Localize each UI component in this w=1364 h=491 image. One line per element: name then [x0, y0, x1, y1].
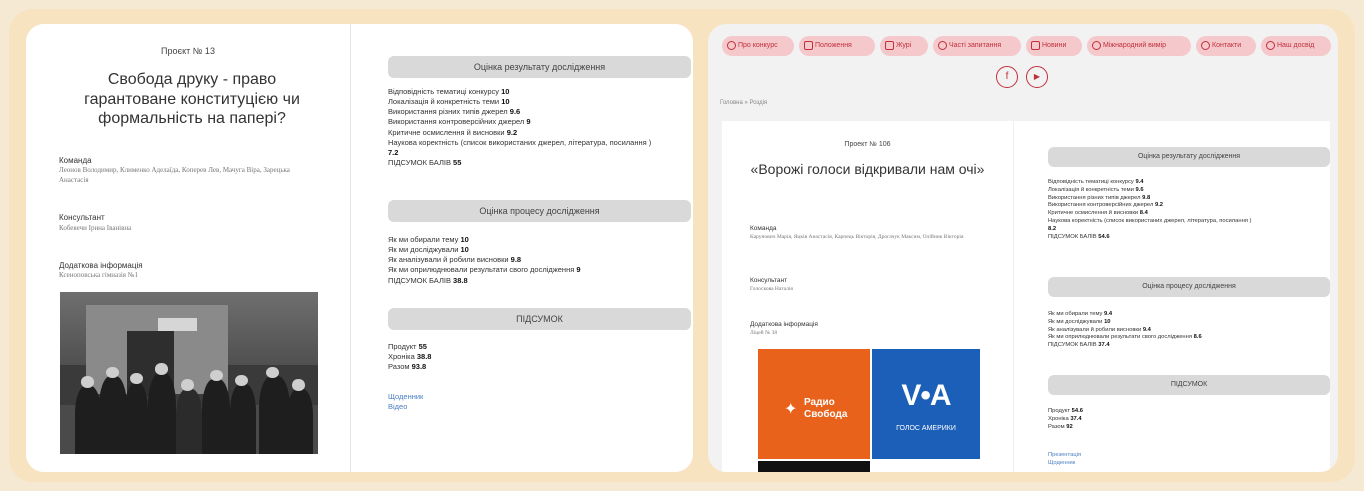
- process-total: ПІДСУМОК БАЛІВ 38.8: [388, 275, 468, 285]
- consultant-label: Консультант: [750, 277, 788, 284]
- summary-item: Продукт 55: [388, 342, 427, 351]
- microphone-icon: ✦: [784, 401, 798, 418]
- photo-sign: [158, 317, 197, 331]
- result-item: Локалізація й конкретність теми 10: [388, 97, 510, 107]
- result-item: Наукова коректність (список використаних…: [388, 137, 652, 157]
- nav-item-international[interactable]: Міжнародний вимір: [1087, 36, 1191, 56]
- scores-column: Оцінка результату дослідження Відповідні…: [1015, 121, 1330, 472]
- diary-link[interactable]: Щоденник: [1048, 459, 1081, 467]
- result-item: Критичне осмислення й висновки 8.4: [1048, 210, 1148, 217]
- news-icon: [1031, 41, 1040, 50]
- nav-item-regulations[interactable]: Положення: [799, 36, 875, 56]
- team-label: Команда: [750, 225, 777, 232]
- process-item: Як ми обирали тему 10: [388, 235, 469, 244]
- process-item: Як ми оприлюднювали результати свого дос…: [1048, 334, 1202, 341]
- project-number: Проект № 106: [844, 141, 891, 148]
- process-item: Як ми досліджували 10: [1048, 318, 1111, 325]
- consultant-value: Кобевечи Ірина Іванівна: [59, 224, 132, 232]
- result-item: Відповідність тематиці конкурсу 9.4: [1048, 179, 1144, 185]
- nav-item-experience[interactable]: Наш досвід: [1261, 36, 1331, 56]
- result-item: Відповідність тематиці конкурсу 10: [388, 87, 510, 96]
- team-value: Леонов Володимир, Клименко Аделаїда, Коп…: [59, 166, 290, 184]
- project-card-right: Про конкурс Положення Журі Часті запитан…: [708, 24, 1338, 472]
- facebook-icon[interactable]: f: [996, 66, 1018, 88]
- process-list: Як ми обирали тему 9.4 Як ми досліджувал…: [1048, 311, 1330, 350]
- video-link[interactable]: Відео: [388, 402, 423, 412]
- result-item: Критичне осмислення й висновки 9.2: [388, 127, 518, 137]
- nav-item-about[interactable]: Про конкурс: [722, 36, 794, 56]
- extra-info-label: Додаткова інформація: [750, 321, 818, 328]
- project-title: «Ворожі голоси відкривали нам очі»: [750, 161, 985, 177]
- result-item: Використання контроверсійних джерел 9: [388, 117, 531, 127]
- phone-icon: [1201, 41, 1210, 50]
- globe-icon: [1266, 41, 1275, 50]
- extra-info-value: Ксеноповська гімназія №1: [59, 271, 138, 279]
- people-icon: [885, 41, 894, 50]
- summary-item: Разом 93.8: [388, 362, 427, 372]
- process-item: Як аналізували й робили висновки 9.8: [388, 255, 522, 265]
- radio-svoboda-logo: ✦ Радио Свобода: [758, 349, 870, 459]
- nav-item-contacts[interactable]: Контакти: [1196, 36, 1256, 56]
- summary-item: Хроніка 37.4: [1048, 415, 1082, 422]
- process-header: Оцінка процесу дослідження: [1048, 277, 1330, 297]
- result-list: Відповідність тематиці конкурсу 10 Локал…: [388, 87, 693, 168]
- summary-item: Разом 92: [1048, 423, 1073, 430]
- team-label: Команда: [59, 156, 92, 165]
- project-info-column: Проект № 106 «Ворожі голоси відкривали н…: [722, 121, 1014, 472]
- question-icon: [938, 41, 947, 50]
- globe-icon: [1092, 41, 1101, 50]
- result-list: Відповідність тематиці конкурсу 9.4 Лока…: [1048, 179, 1330, 242]
- diary-link[interactable]: Щоденник: [388, 392, 423, 402]
- breadcrumb[interactable]: Головна » Роздія: [720, 100, 767, 106]
- summary-item: Хроніка 38.8: [388, 352, 432, 362]
- scores-column: Оцінка результату дослідження Відповідні…: [352, 24, 693, 472]
- summary-list: Продукт 54.6 Хроніка 37.4 Разом 92: [1048, 408, 1330, 431]
- links-list: Презентація Щоденник: [1048, 451, 1081, 467]
- extra-info-label: Додаткова інформація: [59, 261, 143, 270]
- summary-header: ПІДСУМОК: [388, 308, 691, 330]
- nav-item-news[interactable]: Новини: [1026, 36, 1082, 56]
- result-item: Використання різних типів джерел 9.6: [388, 107, 521, 117]
- nav-item-jury[interactable]: Журі: [880, 36, 928, 56]
- links-list: Щоденник Відео: [388, 392, 423, 412]
- result-total: ПІДСУМОК БАЛІВ 54.6: [1048, 233, 1110, 240]
- project-title: Свобода друку - право гарантоване консти…: [84, 71, 300, 128]
- extra-info-value: Ліцей № 38: [750, 330, 778, 336]
- people-icon: [804, 41, 813, 50]
- result-item: Наукова коректність (список використаних…: [1048, 218, 1252, 232]
- process-list: Як ми обирали тему 10 Як ми досліджували…: [388, 235, 693, 286]
- process-item: Як ми досліджували 10: [388, 245, 469, 255]
- summary-list: Продукт 55 Хроніка 38.8 Разом 93.8: [388, 342, 693, 372]
- result-total: ПІДСУМОК БАЛІВ 55: [388, 157, 462, 167]
- process-item: Як аналізували й робили висновки 9.4: [1048, 326, 1151, 333]
- image-tile: [758, 461, 870, 472]
- historical-photo: [60, 292, 318, 454]
- project-number: Проєкт № 13: [161, 46, 215, 56]
- summary-item: Продукт 54.6: [1048, 408, 1083, 414]
- youtube-icon[interactable]: ▶: [1026, 66, 1048, 88]
- process-item: Як ми оприлюднювали результати свого дос…: [388, 265, 581, 275]
- process-total: ПІДСУМОК БАЛІВ 37.4: [1048, 342, 1110, 349]
- project-card-left: Проєкт № 13 Свобода друку - право гарант…: [26, 24, 693, 472]
- process-header: Оцінка процесу дослідження: [388, 200, 691, 222]
- team-value: Карунович Марія, Яцків Анастасія, Карпец…: [750, 234, 964, 240]
- result-item: Локалізація й конкретність теми 9.6: [1048, 186, 1144, 193]
- project-inner-card: Проект № 106 «Ворожі голоси відкривали н…: [722, 121, 1330, 472]
- info-icon: [727, 41, 736, 50]
- result-header: Оцінка результату дослідження: [388, 56, 691, 78]
- top-nav: Про конкурс Положення Журі Часті запитан…: [722, 36, 1331, 56]
- presentation-link[interactable]: Презентація: [1048, 451, 1081, 459]
- project-info-column: Проєкт № 13 Свобода друку - право гарант…: [26, 24, 351, 472]
- summary-header: ПІДСУМОК: [1048, 375, 1330, 395]
- voice-of-america-logo: V•A ГОЛОС АМЕРИКИ: [872, 349, 980, 459]
- result-header: Оцінка результату дослідження: [1048, 147, 1330, 167]
- process-item: Як ми обирали тему 9.4: [1048, 311, 1113, 317]
- consultant-label: Консультант: [59, 213, 105, 222]
- consultant-value: Голоскова Наталія: [750, 286, 793, 292]
- nav-item-faq[interactable]: Часті запитання: [933, 36, 1021, 56]
